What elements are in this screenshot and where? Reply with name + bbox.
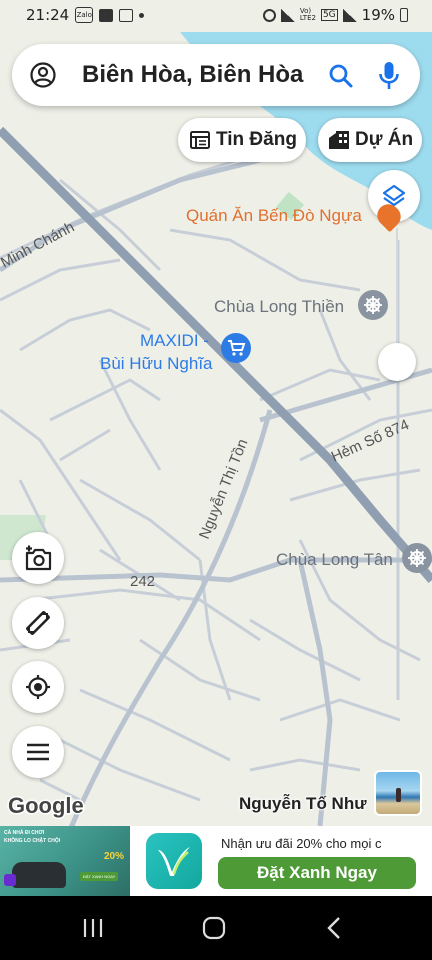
listing-icon (190, 131, 210, 149)
ad-banner[interactable]: CÀ NHÀ ĐI CHƠI KHÔNG LO CHẬT CHỘI 20% ĐẶ… (0, 826, 432, 896)
zalo-icon: Zalo (75, 7, 94, 23)
signal-icon (280, 8, 295, 22)
poi-label-chua-long-tan[interactable]: Chùa Long Tân (276, 550, 393, 570)
ad-title: Nhận ưu đãi 20% cho mọi c (221, 836, 382, 851)
status-bar: 21:24 Zalo Vo) LTE2 5G 19% (0, 0, 432, 32)
search-input[interactable]: Biên Hòa, Biên Hòa (82, 61, 334, 89)
ad-thumb-badge: 20% (104, 851, 125, 862)
signal-icon-2 (342, 8, 357, 22)
google-logo: Google (8, 793, 84, 818)
status-time: 21:24 (26, 6, 70, 24)
measure-tool-button[interactable] (12, 597, 64, 649)
network-bottom-label: LTE2 (299, 14, 316, 22)
ruler-pencil-icon (25, 610, 51, 636)
poi-label-restaurant[interactable]: Quán Ăn Bến Đò Ngựa (186, 206, 362, 226)
chip-du-an-label: Dự Án (355, 129, 414, 150)
search-bar[interactable]: Biên Hòa, Biên Hòa (12, 44, 420, 106)
ad-thumb-logo (4, 874, 16, 886)
ad-app-icon[interactable] (146, 833, 202, 889)
battery-icon (400, 8, 408, 22)
chip-tin-dang[interactable]: Tin Đăng (178, 118, 306, 162)
photo-author-label[interactable]: Nguyễn Tố Như (239, 794, 367, 814)
network-type-label: 5G (320, 9, 338, 21)
menu-button[interactable] (12, 726, 64, 778)
road-number-label: 242 (130, 573, 155, 590)
notification-dot-icon (139, 12, 145, 18)
shopping-cart-icon[interactable] (221, 333, 251, 363)
search-icon[interactable] (328, 63, 354, 89)
ad-thumb-line2: KHÔNG LO CHẬT CHỘI (4, 838, 61, 844)
hamburger-icon (26, 743, 50, 761)
image-icon (99, 8, 114, 22)
poi-label-maxidi-line2[interactable]: Bùi Hữu Nghĩa (100, 354, 213, 374)
ad-thumb-line1: CÀ NHÀ ĐI CHƠI (4, 830, 45, 836)
building-icon (328, 130, 350, 150)
pagoda-icon[interactable] (358, 290, 388, 320)
system-nav-bar (0, 896, 432, 960)
home-icon[interactable] (202, 916, 226, 940)
chip-tin-dang-label: Tin Đăng (216, 129, 297, 150)
back-icon[interactable] (326, 916, 342, 940)
alarm-icon (262, 8, 276, 22)
network-label: Vo) LTE2 (300, 8, 316, 22)
account-icon[interactable] (30, 62, 56, 88)
recent-apps-icon[interactable] (82, 918, 104, 938)
add-photo-button[interactable] (12, 532, 64, 584)
ad-thumb-car (12, 862, 66, 888)
poi-label-chua-long-thien[interactable]: Chùa Long Thiền (214, 297, 344, 317)
ad-thumb-button: ĐẶT XANH NGAY (80, 872, 119, 881)
location-crosshair-icon (25, 674, 51, 700)
ad-cta-label: Đặt Xanh Ngay (257, 863, 377, 882)
street-view-thumbnail[interactable] (374, 770, 422, 816)
battery-percent: 19% (361, 6, 395, 24)
ad-thumbnail[interactable]: CÀ NHÀ ĐI CHƠI KHÔNG LO CHẬT CHỘI 20% ĐẶ… (0, 826, 130, 896)
gallery-icon (119, 8, 134, 22)
my-location-button[interactable] (12, 661, 64, 713)
pagoda-icon-2[interactable] (402, 543, 432, 573)
checkmark-logo-icon (155, 844, 193, 878)
camera-plus-icon (24, 545, 52, 571)
chip-du-an[interactable]: Dự Án (318, 118, 422, 162)
mic-icon[interactable] (378, 61, 400, 91)
poi-label-maxidi-line1[interactable]: MAXIDI - (140, 331, 209, 351)
person-figure-icon (396, 788, 401, 802)
zoom-slider-handle[interactable] (378, 343, 416, 381)
ad-cta-button[interactable]: Đặt Xanh Ngay (218, 857, 416, 889)
